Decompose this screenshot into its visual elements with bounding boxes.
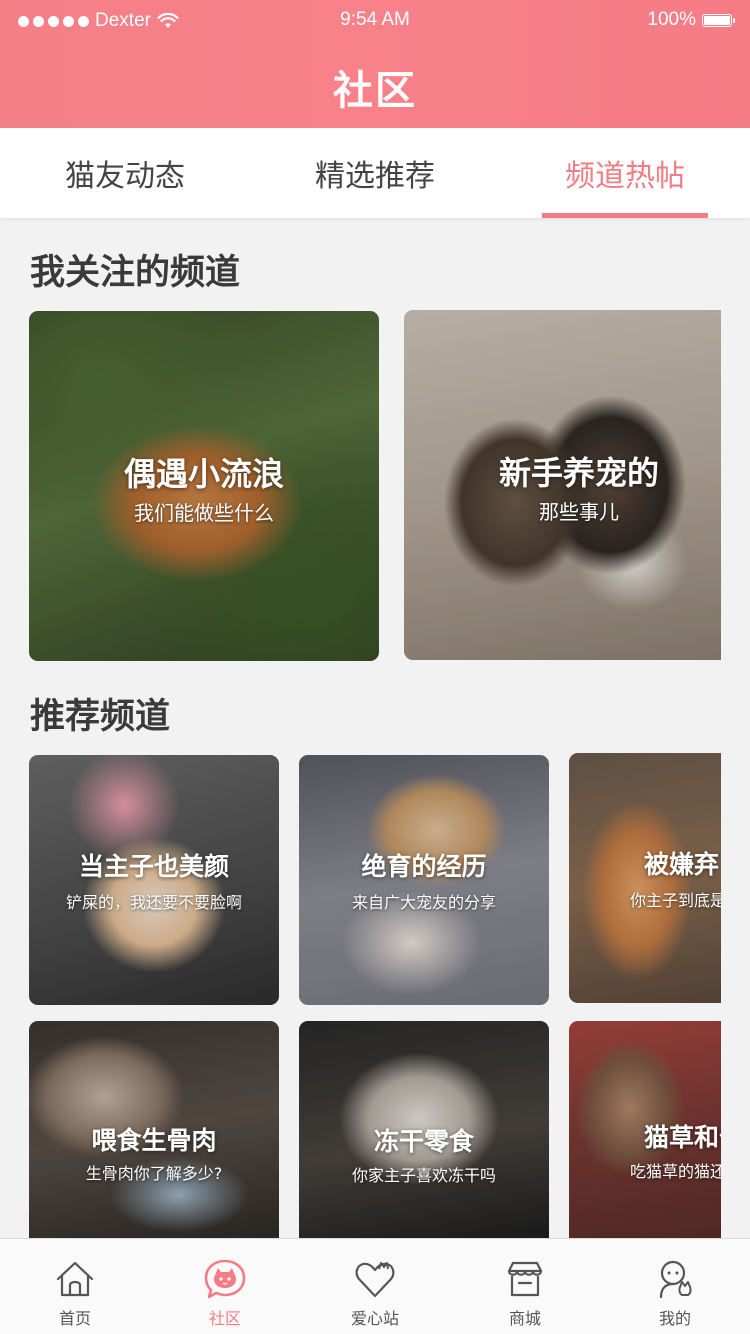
page-title: 社区: [333, 68, 417, 114]
profile-icon: [659, 1260, 692, 1299]
channel-subtitle: 吃猫草的猫还该不: [629, 1162, 721, 1181]
channel-card[interactable]: 冻干零食 你家主子喜欢冻干吗: [299, 1021, 549, 1238]
channel-card[interactable]: 喂食生骨肉 生骨肉你了解多少?: [29, 1021, 279, 1238]
channel-card[interactable]: 新手养宠的 那些事儿: [404, 310, 721, 660]
app-header: Dexter 9:54 AM 100% 社区: [0, 0, 750, 128]
home-icon: [56, 1261, 94, 1297]
channel-title: 新手养宠的: [498, 454, 659, 492]
tab-cat-friends[interactable]: 猫友动态: [0, 128, 250, 218]
channel-subtitle: 生骨肉你了解多少?: [85, 1164, 223, 1183]
tab-active-indicator: [542, 213, 708, 218]
channel-subtitle: 你主子到底是有多: [629, 891, 721, 910]
battery-percent: 100%: [647, 9, 696, 30]
shop-icon: [507, 1261, 543, 1297]
channel-subtitle: 来自广大宠友的分享: [351, 893, 496, 912]
section-title-recommended: 推荐频道: [30, 697, 171, 737]
nav-label: 商城: [508, 1309, 541, 1328]
nav-label: 社区: [208, 1309, 241, 1328]
channel-title: 猫草和化: [643, 1123, 721, 1152]
nav-love-station[interactable]: 爱心站: [300, 1239, 450, 1334]
channel-title: 冻干零食: [373, 1127, 474, 1156]
channel-card[interactable]: 被嫌弃了 你主子到底是有多: [569, 753, 721, 1003]
community-icon: [204, 1259, 246, 1299]
channel-title: 绝育的经历: [361, 852, 487, 881]
channel-title: 喂食生骨肉: [91, 1126, 217, 1155]
channel-title: 当主子也美颜: [78, 852, 229, 881]
heart-icon: [355, 1262, 395, 1298]
nav-label: 爱心站: [350, 1309, 399, 1328]
tab-hot-posts[interactable]: 频道热帖: [500, 128, 750, 218]
channel-card[interactable]: 当主子也美颜 铲屎的，我还要不要脸啊: [29, 755, 279, 1005]
tab-label: 猫友动态: [65, 159, 185, 194]
battery-group: 100%: [647, 9, 735, 31]
tab-label: 频道热帖: [565, 159, 685, 194]
nav-home[interactable]: 首页: [0, 1239, 150, 1334]
nav-label: 我的: [658, 1309, 691, 1328]
bottom-nav: 首页 社区 爱心站 商城 我的: [0, 1238, 750, 1334]
nav-community[interactable]: 社区: [150, 1239, 300, 1334]
channel-title: 被嫌弃了: [643, 850, 721, 879]
tab-bar: 猫友动态 精选推荐 频道热帖: [0, 128, 750, 218]
status-time: 9:54 AM: [340, 9, 410, 30]
channel-card[interactable]: 偶遇小流浪 我们能做些什么: [29, 311, 379, 661]
tab-featured[interactable]: 精选推荐: [250, 128, 500, 218]
section-title-following: 我关注的频道: [30, 253, 241, 293]
nav-shop[interactable]: 商城: [450, 1239, 600, 1334]
tab-label: 精选推荐: [315, 159, 435, 194]
channel-title: 偶遇小流浪: [123, 455, 284, 493]
channel-subtitle: 铲屎的，我还要不要脸啊: [65, 893, 242, 912]
channel-subtitle: 你家主子喜欢冻干吗: [351, 1166, 496, 1185]
channel-card[interactable]: 绝育的经历 来自广大宠友的分享: [299, 755, 549, 1005]
nav-profile[interactable]: 我的: [600, 1239, 750, 1334]
channel-subtitle: 那些事儿: [539, 500, 619, 524]
channel-card[interactable]: 猫草和化 吃猫草的猫还该不: [569, 1021, 721, 1238]
battery-icon: [702, 13, 735, 27]
nav-label: 首页: [58, 1309, 91, 1328]
status-bar: Dexter 9:54 AM 100%: [0, 0, 750, 42]
channel-subtitle: 我们能做些什么: [134, 501, 274, 525]
